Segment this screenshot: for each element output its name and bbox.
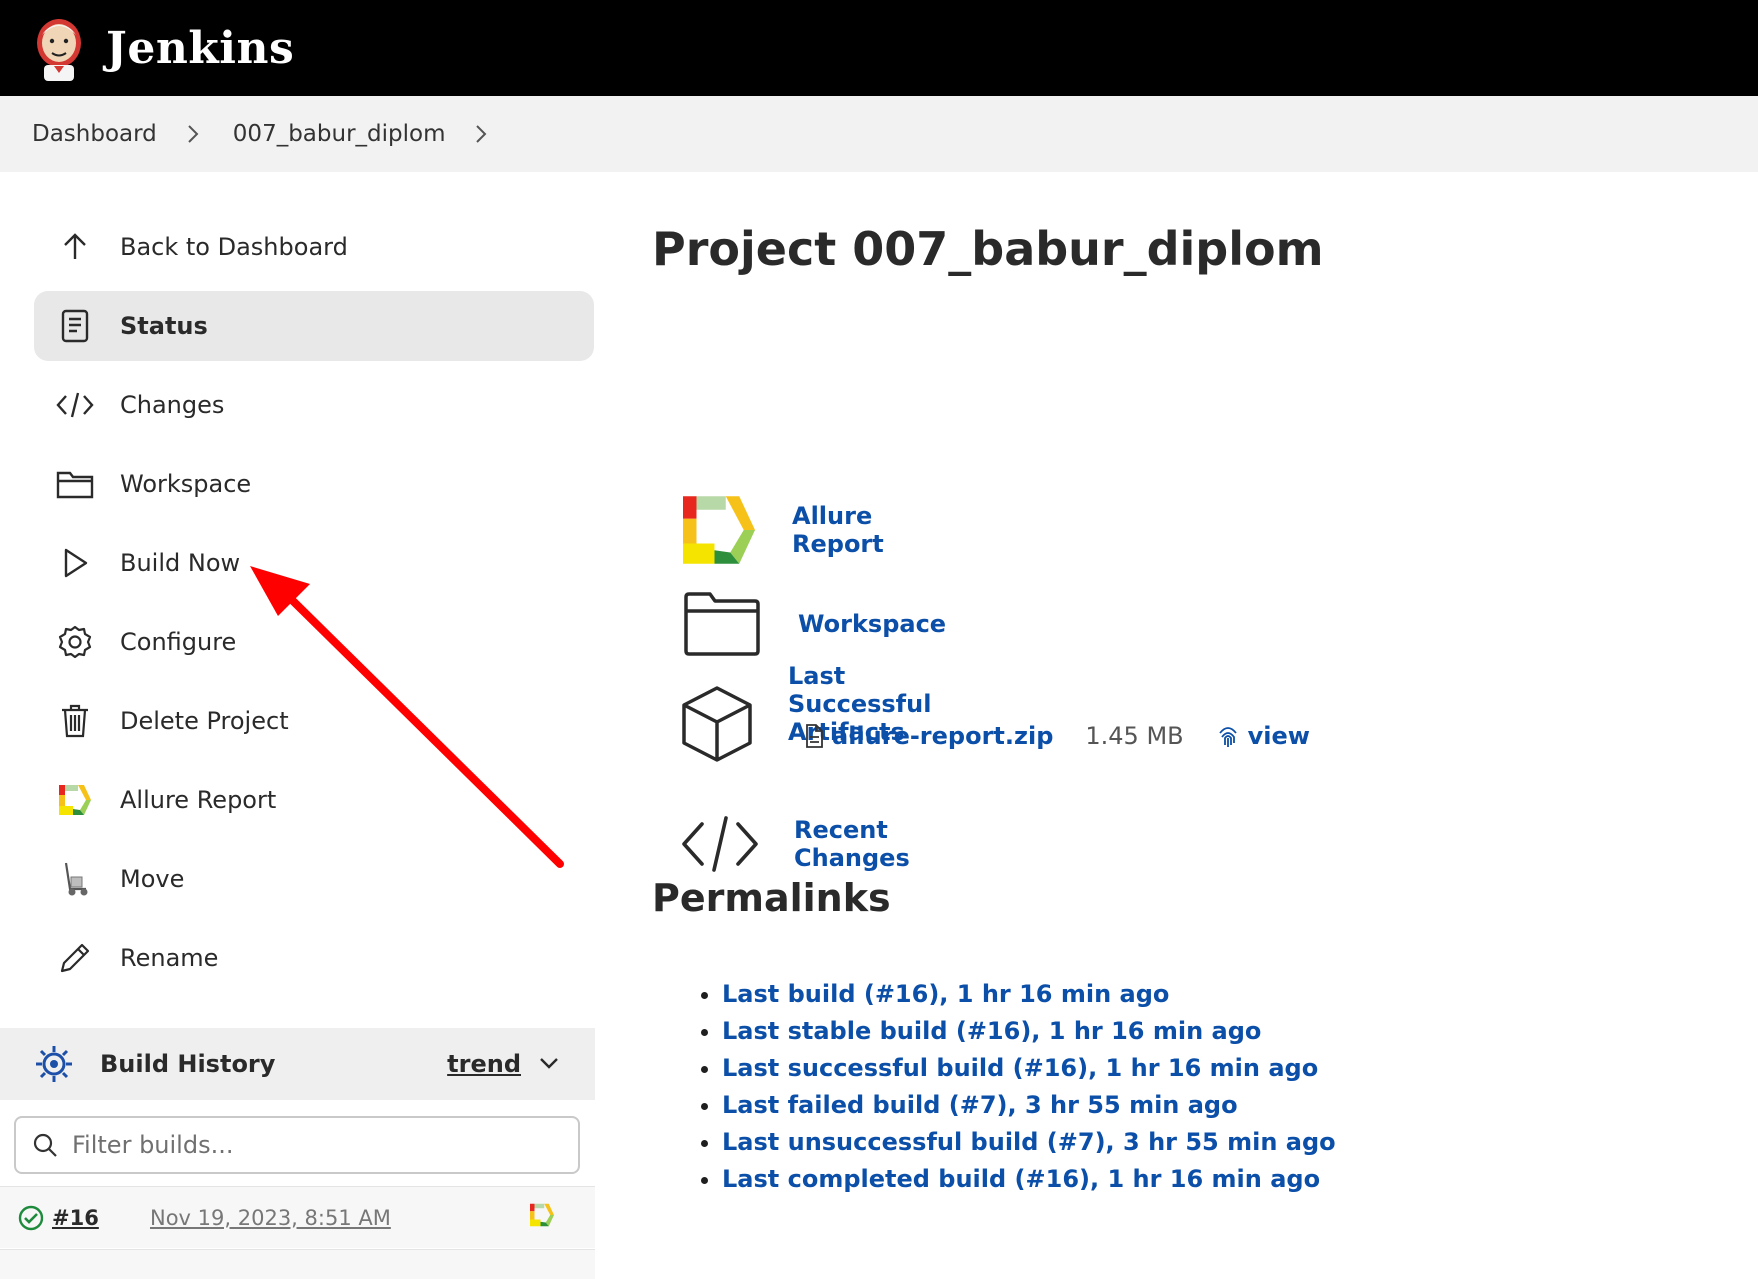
permalinks-list: Last build (#16), 1 hr 16 min ago Last s… xyxy=(696,976,1336,1198)
artifact-entry: allure-report.zip 1.45 MB view xyxy=(804,722,1310,750)
code-icon xyxy=(56,386,94,424)
sidebar-item-label: Status xyxy=(120,312,208,340)
allure-icon[interactable] xyxy=(529,1203,555,1232)
sidebar-item-label: Delete Project xyxy=(120,707,289,735)
build-number-link[interactable]: #16 xyxy=(52,1206,150,1230)
chevron-right-icon xyxy=(187,124,199,144)
allure-icon xyxy=(680,488,758,572)
breadcrumb-project[interactable]: 007_babur_diplom xyxy=(233,121,446,147)
pencil-icon xyxy=(56,939,94,977)
brand-name: Jenkins xyxy=(106,22,295,74)
sidebar-item-move[interactable]: Move xyxy=(34,844,594,914)
list-item: Last completed build (#16), 1 hr 16 min … xyxy=(722,1161,1336,1198)
chevron-down-icon[interactable] xyxy=(539,1055,559,1074)
list-item: Last successful build (#16), 1 hr 16 min… xyxy=(722,1050,1336,1087)
gear-icon xyxy=(56,623,94,661)
folder-icon xyxy=(680,582,764,666)
allure-icon xyxy=(56,781,94,819)
allure-report-link[interactable]: Allure Report xyxy=(792,502,890,558)
sidebar-nav: Back to Dashboard Status Changes Workspa… xyxy=(34,212,594,1002)
sidebar-item-label: Changes xyxy=(120,391,225,419)
sidebar-item-label: Workspace xyxy=(120,470,252,498)
top-header: Jenkins xyxy=(0,0,1758,96)
trash-icon xyxy=(56,702,94,740)
filter-builds-input[interactable] xyxy=(70,1130,550,1160)
page-title: Project 007_babur_diplom xyxy=(652,222,1324,276)
home-link[interactable]: Jenkins xyxy=(30,13,294,83)
hand-truck-icon xyxy=(56,860,94,898)
permalink-last-completed-build[interactable]: Last completed build (#16), 1 hr 16 min … xyxy=(722,1165,1320,1193)
sidebar-item-back-to-dashboard[interactable]: Back to Dashboard xyxy=(34,212,594,282)
fingerprint-icon xyxy=(1218,727,1237,747)
document-icon xyxy=(56,307,94,345)
code-icon xyxy=(680,802,760,886)
trend-link[interactable]: trend xyxy=(447,1050,521,1078)
build-history-icon xyxy=(36,1046,72,1082)
filter-builds-field xyxy=(14,1116,580,1174)
list-item: Last build (#16), 1 hr 16 min ago xyxy=(722,976,1336,1013)
build-date-link[interactable]: Nov 19, 2023, 8:51 AM xyxy=(150,1206,391,1230)
sidebar-item-rename[interactable]: Rename xyxy=(34,923,594,993)
sidebar-item-build-now[interactable]: Build Now xyxy=(34,528,594,598)
build-history-title: Build History xyxy=(100,1050,276,1078)
list-item: Last stable build (#16), 1 hr 16 min ago xyxy=(722,1013,1336,1050)
build-row-partial[interactable] xyxy=(0,1249,595,1279)
sidebar-item-delete-project[interactable]: Delete Project xyxy=(34,686,594,756)
success-check-icon xyxy=(18,1205,44,1230)
sidebar-item-label: Rename xyxy=(120,944,219,972)
arrow-up-icon xyxy=(56,228,94,266)
permalinks-title: Permalinks xyxy=(652,876,891,920)
package-icon xyxy=(680,682,754,766)
sidebar-item-status[interactable]: Status xyxy=(34,291,594,361)
build-row[interactable]: #16 Nov 19, 2023, 8:51 AM xyxy=(0,1186,595,1248)
chevron-right-icon[interactable] xyxy=(475,124,487,144)
artifact-view-link[interactable]: view xyxy=(1248,722,1310,750)
file-icon xyxy=(806,724,823,748)
workspace-link[interactable]: Workspace xyxy=(798,610,946,638)
breadcrumb: Dashboard 007_babur_diplom xyxy=(0,96,1758,172)
recent-changes-link[interactable]: Recent Changes xyxy=(794,816,914,872)
folder-icon xyxy=(56,465,94,503)
main-link-workspace[interactable]: Workspace xyxy=(680,582,946,666)
play-icon xyxy=(56,544,94,582)
jenkins-butler-icon xyxy=(37,19,81,81)
permalink-last-stable-build[interactable]: Last stable build (#16), 1 hr 16 min ago xyxy=(722,1017,1261,1045)
permalink-last-successful-build[interactable]: Last successful build (#16), 1 hr 16 min… xyxy=(722,1054,1318,1082)
breadcrumb-dashboard[interactable]: Dashboard xyxy=(32,121,157,147)
sidebar-item-label: Build Now xyxy=(120,549,241,577)
build-history-header: Build History trend xyxy=(0,1028,595,1100)
search-icon xyxy=(33,1133,57,1157)
sidebar-item-label: Back to Dashboard xyxy=(120,233,348,261)
artifact-size: 1.45 MB xyxy=(1085,722,1184,750)
permalink-last-failed-build[interactable]: Last failed build (#7), 3 hr 55 min ago xyxy=(722,1091,1238,1119)
sidebar-item-label: Move xyxy=(120,865,185,893)
artifact-file-link[interactable]: allure-report.zip xyxy=(832,722,1053,750)
main-link-allure-report[interactable]: Allure Report xyxy=(680,488,890,572)
list-item: Last failed build (#7), 3 hr 55 min ago xyxy=(722,1087,1336,1124)
sidebar-item-allure-report[interactable]: Allure Report xyxy=(34,765,594,835)
sidebar-item-workspace[interactable]: Workspace xyxy=(34,449,594,519)
sidebar-item-label: Configure xyxy=(120,628,237,656)
sidebar-item-configure[interactable]: Configure xyxy=(34,607,594,677)
sidebar-item-label: Allure Report xyxy=(120,786,277,814)
permalink-last-unsuccessful-build[interactable]: Last unsuccessful build (#7), 3 hr 55 mi… xyxy=(722,1128,1336,1156)
list-item: Last unsuccessful build (#7), 3 hr 55 mi… xyxy=(722,1124,1336,1161)
sidebar-item-changes[interactable]: Changes xyxy=(34,370,594,440)
permalink-last-build[interactable]: Last build (#16), 1 hr 16 min ago xyxy=(722,980,1169,1008)
main-link-recent-changes[interactable]: Recent Changes xyxy=(680,802,914,886)
